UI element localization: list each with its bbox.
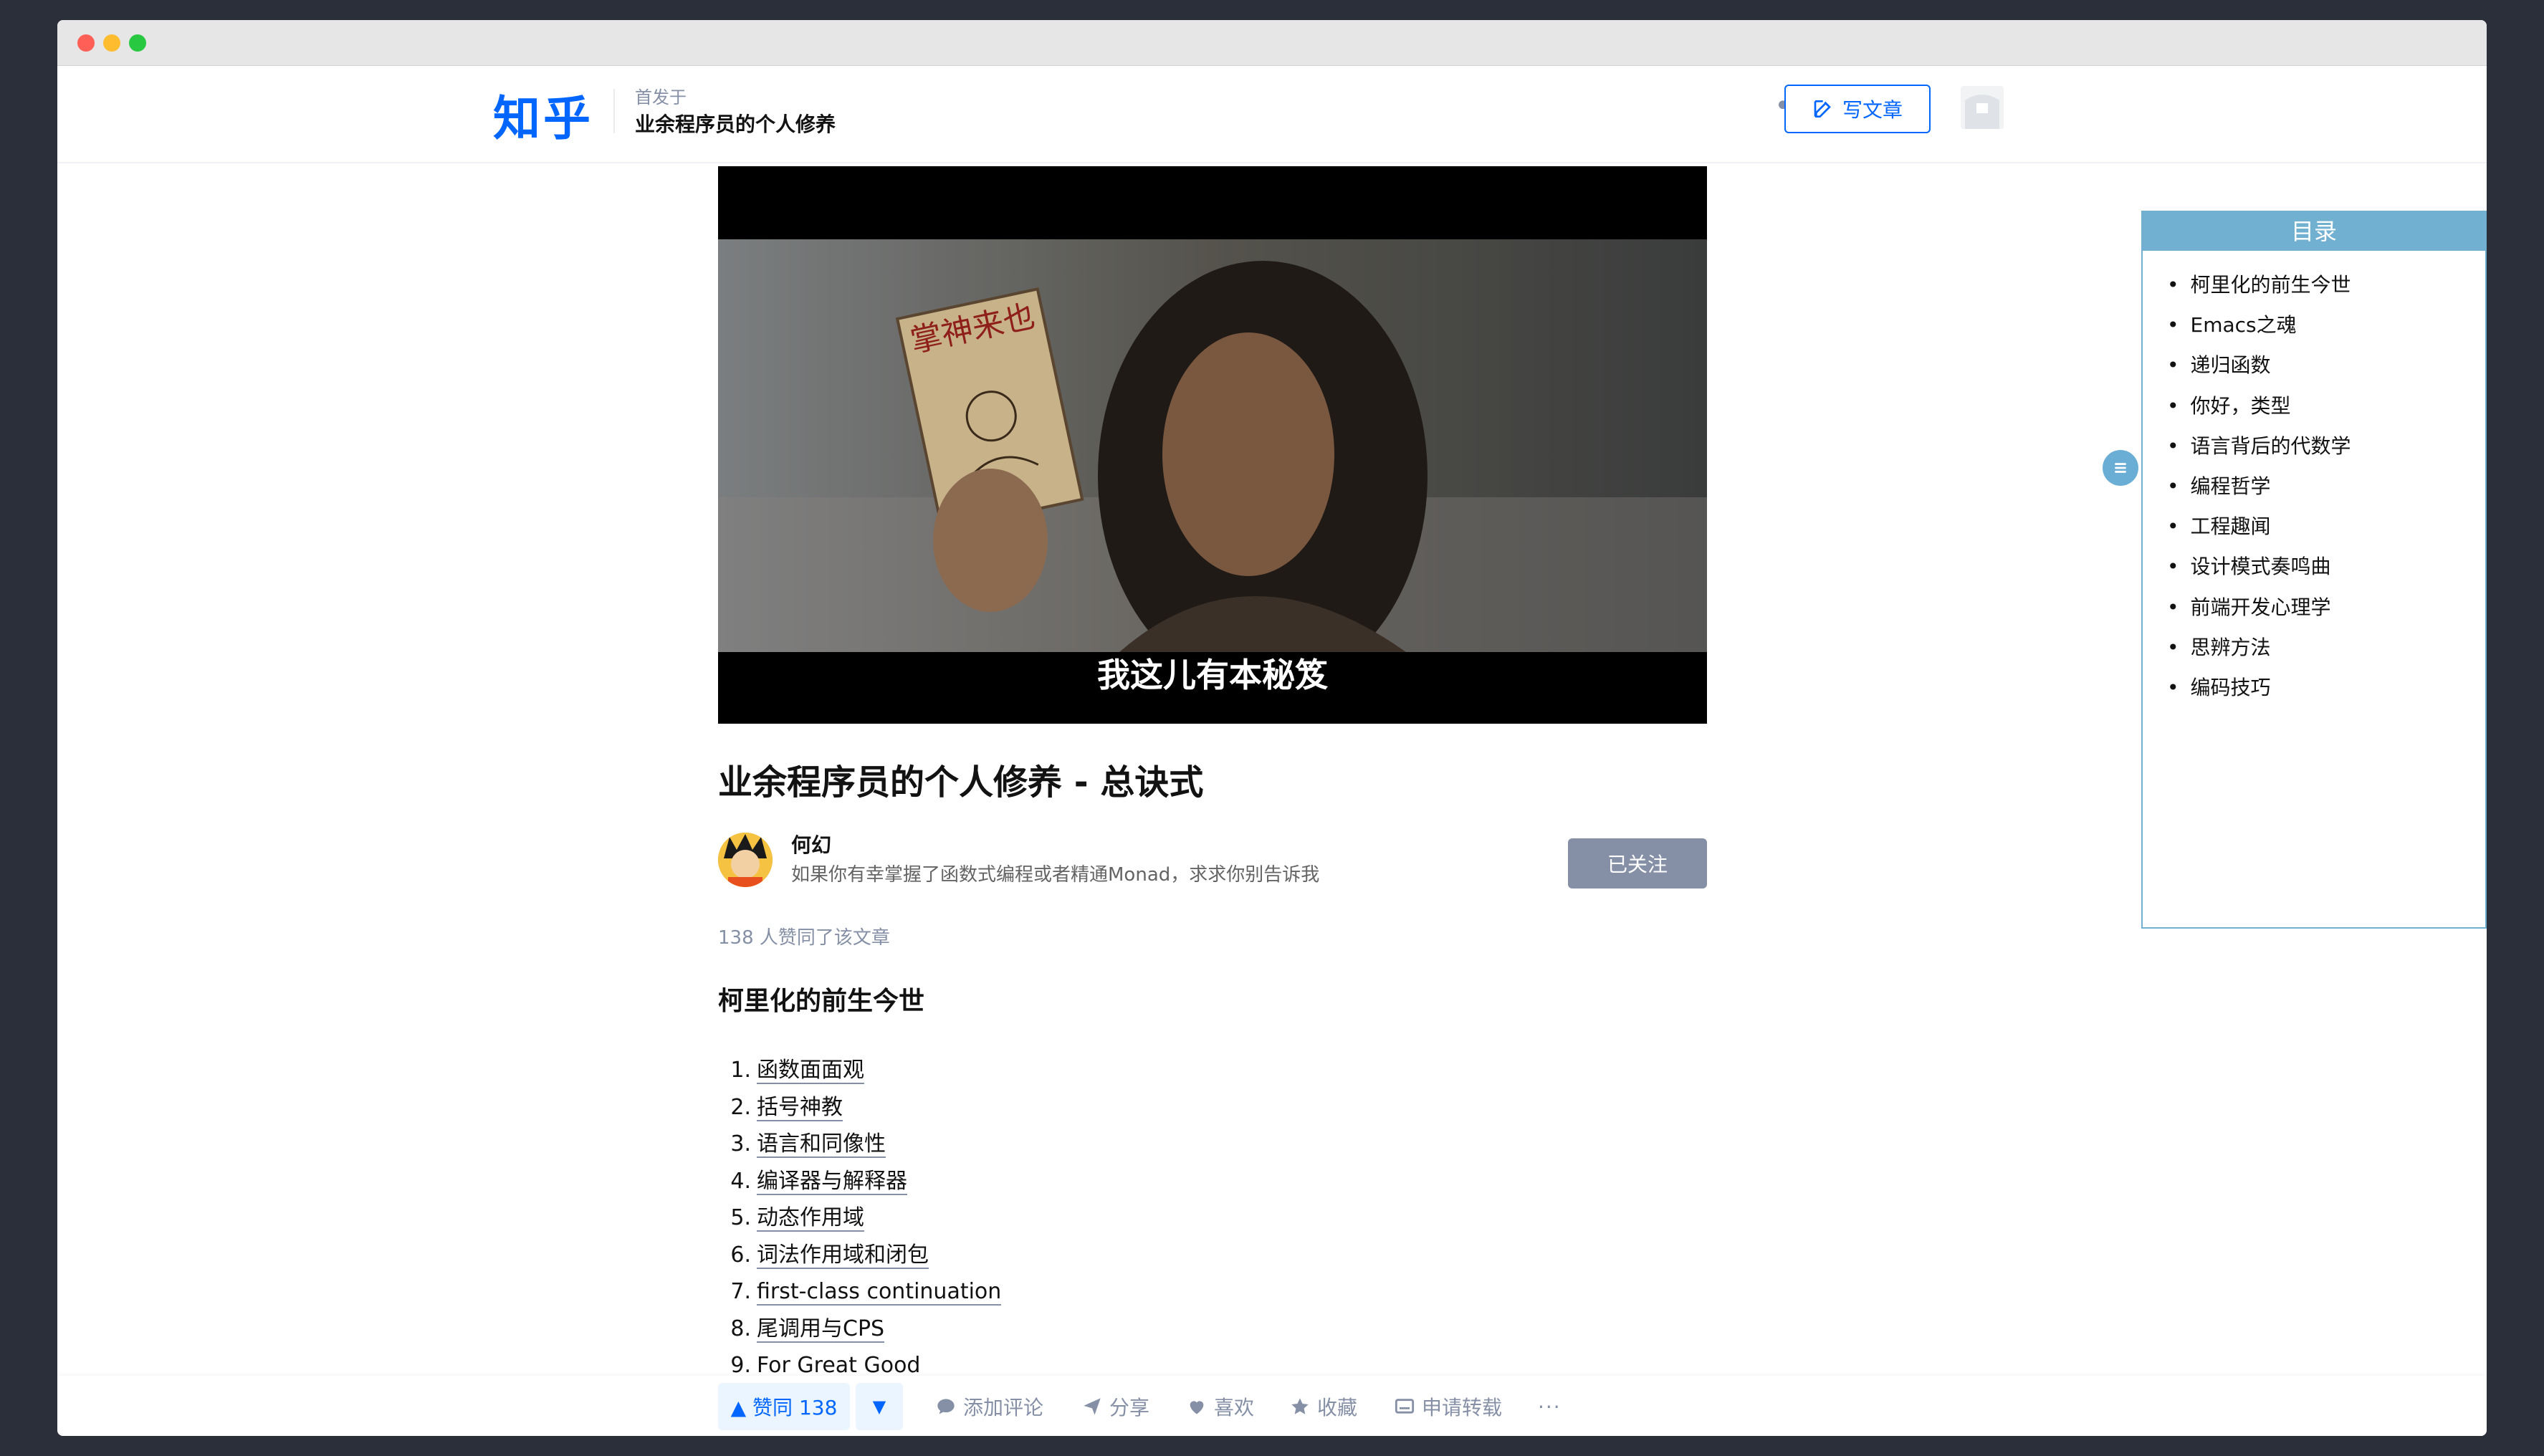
article-chapter-link[interactable]: 括号神教 bbox=[757, 1094, 843, 1121]
toc-item[interactable]: 语言背后的代数学 bbox=[2167, 426, 2485, 466]
list-item-number: 3. bbox=[730, 1131, 751, 1156]
article-chapter-link[interactable]: 词法作用域和闭包 bbox=[757, 1242, 929, 1269]
toc-item[interactable]: 编程哲学 bbox=[2167, 466, 2485, 507]
column-name-link[interactable]: 业余程序员的个人修养 bbox=[635, 109, 836, 138]
title-image: 掌神来也 我这儿有本秘笈 bbox=[718, 166, 1707, 724]
toc-item[interactable]: 思辨方法 bbox=[2167, 628, 2485, 668]
list-item-number: 1. bbox=[730, 1058, 751, 1083]
article-action-bar: ▲ 赞同 138 ▼ 添加评论 分享 喜欢 收藏 申请转载 ··· bbox=[57, 1376, 2487, 1436]
list-item-number: 7. bbox=[730, 1279, 751, 1304]
article-contents-list: 1. 函数面面观 2. 括号神教 3. 语言和同像性 4. 编译器与解释器 5. 动态作用域 6. 词… bbox=[725, 1052, 1002, 1376]
toc-item[interactable]: Emacs之魂 bbox=[2167, 305, 2485, 345]
outline-toggle-button[interactable] bbox=[2103, 450, 2138, 486]
toc-panel-title: 目录 bbox=[2143, 212, 2485, 251]
toc-item[interactable]: 递归函数 bbox=[2167, 345, 2485, 385]
downvote-button[interactable]: ▼ bbox=[856, 1383, 903, 1430]
follow-button[interactable]: 已关注 bbox=[1568, 838, 1707, 889]
like-button[interactable]: 喜欢 bbox=[1187, 1383, 1254, 1430]
heart-icon bbox=[1190, 1401, 1204, 1414]
list-item-number: 5. bbox=[730, 1205, 751, 1230]
author-name[interactable]: 何幻 bbox=[791, 830, 831, 858]
article-list-item: 2. 括号神教 bbox=[725, 1089, 1001, 1126]
article-chapter-link[interactable]: For Great Good bbox=[757, 1353, 921, 1376]
list-item-number: 4. bbox=[730, 1168, 751, 1194]
collect-label: 收藏 bbox=[1317, 1396, 1358, 1419]
comment-icon bbox=[937, 1399, 955, 1414]
list-item-number: 6. bbox=[730, 1242, 751, 1268]
article-body: 1. 函数面面观 2. 括号神教 3. 语言和同像性 4. 编译器与解释器 5. 动态作用域 6. 词… bbox=[702, 1038, 1720, 1376]
edit-icon bbox=[1814, 100, 1831, 118]
share-button[interactable]: 分享 bbox=[1082, 1383, 1149, 1430]
repost-request-button[interactable]: 申请转载 bbox=[1395, 1383, 1502, 1430]
toc-item[interactable]: 你好，类型 bbox=[2167, 386, 2485, 426]
list-icon bbox=[2115, 463, 2126, 473]
article-list-item: 6. 词法作用域和闭包 bbox=[725, 1237, 1001, 1274]
article-chapter-link[interactable]: 尾调用与CPS bbox=[757, 1316, 885, 1343]
minimize-window-button[interactable] bbox=[103, 34, 120, 52]
collect-button[interactable]: 收藏 bbox=[1290, 1383, 1357, 1430]
article-list-item: 1. 函数面面观 bbox=[725, 1052, 1001, 1089]
header-divider bbox=[613, 89, 615, 133]
list-item-number: 2. bbox=[730, 1094, 751, 1120]
article-chapter-link[interactable]: first-class continuation bbox=[757, 1279, 1002, 1306]
list-item-number: 9. bbox=[730, 1353, 751, 1376]
share-label: 分享 bbox=[1109, 1396, 1150, 1419]
hero-subtitle: 我这儿有本秘笈 bbox=[1097, 656, 1328, 694]
first-published-label: 首发于 bbox=[635, 87, 687, 107]
list-item-number: 8. bbox=[730, 1316, 751, 1341]
article-list-item: 4. 编译器与解释器 bbox=[725, 1163, 1001, 1200]
article-list-item: 7. first-class continuation bbox=[725, 1273, 1002, 1311]
zhihu-logo[interactable]: 知乎 bbox=[493, 80, 593, 149]
upvote-button[interactable]: ▲ 赞同 138 bbox=[718, 1383, 850, 1430]
hero-photo: 掌神来也 bbox=[718, 239, 1707, 652]
repost-request-label: 申请转载 bbox=[1422, 1396, 1503, 1419]
toc-item[interactable]: 前端开发心理学 bbox=[2167, 588, 2485, 628]
user-avatar[interactable] bbox=[1961, 86, 2004, 129]
article-chapter-link[interactable]: 动态作用域 bbox=[757, 1205, 864, 1232]
article-list-item: 3. 语言和同像性 bbox=[725, 1126, 1001, 1163]
article-chapter-link[interactable]: 语言和同像性 bbox=[757, 1131, 886, 1158]
table-of-contents-panel: 目录 柯里化的前生今世Emacs之魂递归函数你好，类型语言背后的代数学编程哲学工… bbox=[2141, 211, 2487, 929]
article-title: 业余程序员的个人修养 - 总诀式 bbox=[718, 762, 1204, 803]
write-article-label: 写文章 bbox=[1842, 98, 1903, 122]
article-list-item: 8. 尾调用与CPS bbox=[725, 1311, 1001, 1348]
close-window-button[interactable] bbox=[77, 34, 95, 52]
article-chapter-link[interactable]: 编译器与解释器 bbox=[757, 1168, 907, 1195]
toc-list: 柯里化的前生今世Emacs之魂递归函数你好，类型语言背后的代数学编程哲学工程趣闻… bbox=[2143, 251, 2485, 708]
section-heading: 柯里化的前生今世 bbox=[718, 987, 925, 1016]
toc-item[interactable]: 工程趣闻 bbox=[2167, 507, 2485, 547]
site-header: 知乎 首发于 业余程序员的个人修养 ••• 写文章 bbox=[57, 66, 2487, 163]
share-icon bbox=[1084, 1398, 1101, 1415]
star-icon bbox=[1291, 1398, 1309, 1414]
author-avatar[interactable] bbox=[718, 833, 773, 887]
add-comment-button[interactable]: 添加评论 bbox=[936, 1383, 1043, 1430]
window-titlebar bbox=[57, 20, 2487, 66]
toc-item[interactable]: 柯里化的前生今世 bbox=[2167, 265, 2485, 305]
article-list-item: 5. 动态作用域 bbox=[725, 1199, 1001, 1237]
add-comment-label: 添加评论 bbox=[963, 1396, 1044, 1419]
maximize-window-button[interactable] bbox=[129, 34, 146, 52]
article-list-item: 9. For Great Good bbox=[725, 1347, 1001, 1376]
like-label: 喜欢 bbox=[1214, 1396, 1255, 1419]
repost-icon bbox=[1395, 1399, 1415, 1414]
toc-item[interactable]: 设计模式奏鸣曲 bbox=[2167, 547, 2485, 587]
browser-window: 知乎 首发于 业余程序员的个人修养 ••• 写文章 bbox=[57, 20, 2487, 1436]
vote-count-text: 138 人赞同了该文章 bbox=[718, 927, 890, 949]
article-chapter-link[interactable]: 函数面面观 bbox=[757, 1058, 864, 1084]
author-bio: 如果你有幸掌握了函数式编程或者精通Monad，求求你别告诉我 bbox=[791, 864, 1320, 886]
action-more-button[interactable]: ··· bbox=[1538, 1383, 1562, 1430]
write-article-button[interactable]: 写文章 bbox=[1784, 85, 1931, 133]
toc-item[interactable]: 编码技巧 bbox=[2167, 668, 2485, 708]
